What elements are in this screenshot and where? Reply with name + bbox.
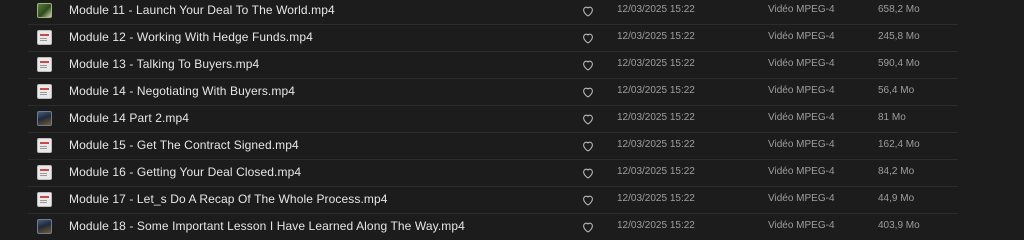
file-size: 162,4 Mo (878, 139, 920, 150)
file-date: 12/03/2025 15:22 (617, 4, 695, 15)
file-size: 84,2 Mo (878, 166, 915, 177)
file-name: Module 17 - Let_s Do A Recap Of The Whol… (69, 192, 388, 206)
file-size: 245,8 Mo (878, 31, 920, 42)
heart-outline-icon[interactable] (581, 193, 595, 207)
file-kind: Vidéo MPEG-4 (768, 112, 835, 123)
heart-outline-icon[interactable] (581, 85, 595, 99)
video-thumbnail-icon (37, 3, 52, 18)
file-size: 81 Mo (878, 112, 906, 123)
file-kind: Vidéo MPEG-4 (768, 58, 835, 69)
file-name: Module 12 - Working With Hedge Funds.mp4 (69, 30, 313, 44)
file-name: Module 18 - Some Important Lesson I Have… (69, 219, 465, 233)
heart-outline-icon[interactable] (581, 139, 595, 153)
file-date: 12/03/2025 15:22 (617, 166, 695, 177)
file-kind: Vidéo MPEG-4 (768, 193, 835, 204)
file-kind: Vidéo MPEG-4 (768, 220, 835, 231)
heart-outline-icon[interactable] (581, 112, 595, 126)
file-name: Module 13 - Talking To Buyers.mp4 (69, 57, 260, 71)
file-kind: Vidéo MPEG-4 (768, 166, 835, 177)
file-kind: Vidéo MPEG-4 (768, 31, 835, 42)
document-thumbnail-icon (37, 30, 52, 45)
file-date: 12/03/2025 15:22 (617, 193, 695, 204)
file-size: 56,4 Mo (878, 85, 915, 96)
file-list: Module 11 - Launch Your Deal To The Worl… (0, 0, 1024, 240)
file-name: Module 11 - Launch Your Deal To The Worl… (69, 3, 335, 17)
document-thumbnail-icon (37, 57, 52, 72)
file-kind: Vidéo MPEG-4 (768, 139, 835, 150)
heart-outline-icon[interactable] (581, 4, 595, 18)
file-row[interactable]: Module 12 - Working With Hedge Funds.mp4… (0, 25, 1024, 52)
file-date: 12/03/2025 15:22 (617, 139, 695, 150)
file-kind: Vidéo MPEG-4 (768, 85, 835, 96)
file-size: 658,2 Mo (878, 4, 920, 15)
heart-outline-icon[interactable] (581, 58, 595, 72)
file-row[interactable]: Module 14 - Negotiating With Buyers.mp4 … (0, 79, 1024, 106)
file-row[interactable]: Module 15 - Get The Contract Signed.mp4 … (0, 133, 1024, 160)
file-size: 44,9 Mo (878, 193, 915, 204)
file-kind: Vidéo MPEG-4 (768, 4, 835, 15)
file-date: 12/03/2025 15:22 (617, 220, 695, 231)
video-thumbnail-icon (37, 111, 52, 126)
file-row[interactable]: Module 14 Part 2.mp4 12/03/2025 15:22 Vi… (0, 106, 1024, 133)
file-size: 403,9 Mo (878, 220, 920, 231)
file-date: 12/03/2025 15:22 (617, 85, 695, 96)
file-name: Module 14 - Negotiating With Buyers.mp4 (69, 84, 296, 98)
file-row[interactable]: Module 18 - Some Important Lesson I Have… (0, 214, 1024, 240)
document-thumbnail-icon (37, 84, 52, 99)
document-thumbnail-icon (37, 138, 52, 153)
file-row[interactable]: Module 11 - Launch Your Deal To The Worl… (0, 0, 1024, 25)
file-row[interactable]: Module 16 - Getting Your Deal Closed.mp4… (0, 160, 1024, 187)
file-date: 12/03/2025 15:22 (617, 112, 695, 123)
file-name: Module 15 - Get The Contract Signed.mp4 (69, 138, 299, 152)
file-row[interactable]: Module 13 - Talking To Buyers.mp4 12/03/… (0, 52, 1024, 79)
heart-outline-icon[interactable] (581, 31, 595, 45)
heart-outline-icon[interactable] (581, 220, 595, 234)
file-date: 12/03/2025 15:22 (617, 58, 695, 69)
file-row[interactable]: Module 17 - Let_s Do A Recap Of The Whol… (0, 187, 1024, 214)
file-size: 590,4 Mo (878, 58, 920, 69)
video-thumbnail-icon (37, 219, 52, 234)
heart-outline-icon[interactable] (581, 166, 595, 180)
file-date: 12/03/2025 15:22 (617, 31, 695, 42)
document-thumbnail-icon (37, 165, 52, 180)
file-name: Module 14 Part 2.mp4 (69, 111, 190, 125)
file-name: Module 16 - Getting Your Deal Closed.mp4 (69, 165, 302, 179)
document-thumbnail-icon (37, 192, 52, 207)
